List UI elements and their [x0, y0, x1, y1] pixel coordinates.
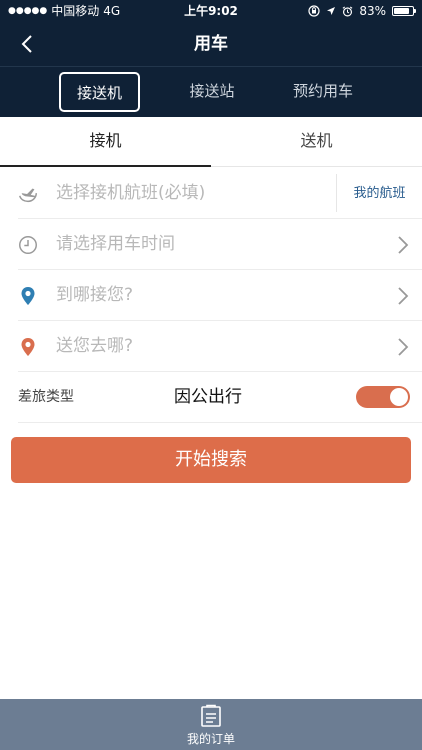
clock-icon	[16, 233, 40, 257]
chevron-right-icon	[398, 338, 409, 356]
my-orders-label: 我的订单	[186, 732, 235, 746]
flight-placeholder: 选择接机航班(必填)	[56, 183, 206, 203]
mode-tabs: 接送机 接送站 预约用车	[0, 66, 422, 117]
nav-bar: 用车	[0, 22, 422, 66]
travel-type-value: 因公出行	[174, 387, 242, 407]
orders-list-icon	[201, 704, 221, 727]
time-placeholder: 请选择用车时间	[56, 234, 175, 254]
active-tab-indicator	[0, 165, 211, 167]
chevron-right-icon	[398, 236, 409, 254]
page-title: 用车	[194, 34, 228, 54]
battery-icon	[392, 6, 416, 16]
app-header: ●●●●● 中国移动 4G 上午9:02 83% 用车 接送机 接送站 预约用车	[0, 0, 422, 117]
dropoff-location-row[interactable]: 送您去哪?	[0, 321, 422, 372]
location-arrow-icon	[327, 7, 336, 15]
orientation-lock-icon	[308, 5, 320, 17]
dropoff-pin-icon	[16, 335, 40, 359]
status-right: 83%	[308, 0, 416, 22]
tab-scheduled-ride[interactable]: 预约用车	[280, 72, 366, 112]
tab-airport-pickup[interactable]: 接机	[0, 117, 211, 167]
start-search-button[interactable]: 开始搜索	[11, 437, 411, 483]
pickup-location-row[interactable]: 到哪接您?	[0, 270, 422, 321]
battery-fill	[394, 8, 409, 14]
pickup-dropoff-tabs: 接机 送机	[0, 117, 422, 167]
toggle-knob	[390, 388, 408, 406]
business-travel-toggle[interactable]	[356, 386, 410, 408]
battery-percent: 83%	[359, 4, 386, 18]
dropoff-placeholder: 送您去哪?	[56, 336, 134, 356]
chevron-right-icon	[398, 287, 409, 305]
pickup-placeholder: 到哪接您?	[56, 285, 134, 305]
airplane-icon	[16, 182, 40, 206]
flight-row[interactable]: 选择接机航班(必填) 我的航班	[0, 168, 422, 219]
row-divider	[18, 422, 422, 423]
my-flights-button[interactable]: 我的航班	[337, 168, 422, 219]
tab-station-transfer[interactable]: 接送站	[172, 72, 252, 112]
time-row[interactable]: 请选择用车时间	[0, 219, 422, 270]
alarm-icon	[342, 5, 353, 16]
my-orders-button[interactable]: 我的订单	[0, 699, 422, 750]
tab-airport-transfer[interactable]: 接送机	[59, 72, 140, 112]
status-bar: ●●●●● 中国移动 4G 上午9:02 83%	[0, 0, 422, 22]
pickup-pin-icon	[16, 284, 40, 308]
travel-type-label: 差旅类型	[18, 389, 74, 405]
travel-type-row: 差旅类型 因公出行	[0, 372, 422, 423]
tab-airport-dropoff[interactable]: 送机	[211, 117, 422, 167]
